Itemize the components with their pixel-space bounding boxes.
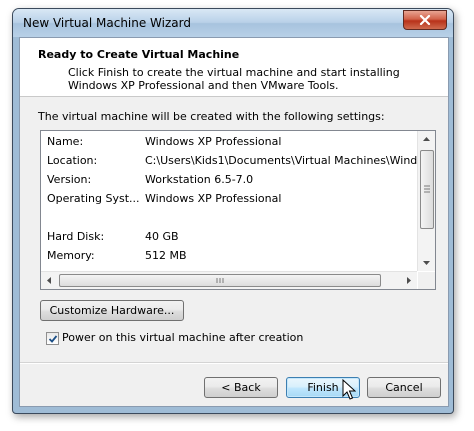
settings-rows: Name: Windows XP Professional Location: … [41,131,417,271]
settings-list[interactable]: Name: Windows XP Professional Location: … [40,130,436,290]
vertical-scroll-thumb[interactable] [420,150,434,229]
row-label: Name: [47,135,84,148]
arrow-left-icon [47,277,51,284]
row-value: Windows XP Professional [145,135,282,148]
arrow-right-icon [407,277,411,284]
cancel-button[interactable]: Cancel [367,377,441,398]
row-value: Windows XP Professional [145,192,282,205]
title-bar[interactable]: New Virtual Machine Wizard [13,9,453,37]
customize-hardware-button[interactable]: Customize Hardware... [40,300,184,321]
row-label: Version: [47,173,92,186]
scroll-right-arrow[interactable] [400,272,417,289]
scrollbar-corner [418,272,435,289]
scroll-left-arrow[interactable] [41,272,58,289]
row-value: 512 MB [145,249,187,262]
row-value: Workstation 6.5-7.0 [145,173,254,186]
header-subtitle: Click Finish to create the virtual machi… [68,66,400,92]
checkmark-icon [48,335,58,343]
row-value: C:\Users\Kids1\Documents\Virtual Machine… [145,154,417,167]
row-label: Memory: [47,249,95,262]
dialog-client-area: Ready to Create Virtual Machine Click Fi… [19,37,449,407]
vertical-scrollbar[interactable] [417,131,435,271]
grip-icon [424,185,430,193]
power-on-label: Power on this virtual machine after crea… [62,331,304,344]
window-title: New Virtual Machine Wizard [23,16,191,30]
settings-intro: The virtual machine will be created with… [38,110,385,123]
arrow-up-icon [423,137,430,141]
grip-icon [216,278,224,283]
row-value: 40 GB [145,230,179,243]
row-label: Hard Disk: [47,230,105,243]
mouse-pointer-icon [342,379,356,400]
wizard-window: New Virtual Machine Wizard Ready to Crea… [12,8,454,414]
horizontal-scroll-thumb[interactable] [59,274,381,287]
back-button[interactable]: < Back [204,377,278,398]
wizard-header: Ready to Create Virtual Machine Click Fi… [20,38,448,97]
row-label: Operating Syst... [47,192,140,205]
close-icon [419,15,431,25]
power-on-checkbox[interactable] [46,332,59,345]
scroll-up-arrow[interactable] [418,131,435,148]
scroll-down-arrow[interactable] [418,254,435,271]
header-title: Ready to Create Virtual Machine [38,48,240,61]
horizontal-scrollbar[interactable] [41,271,417,289]
button-separator [20,362,448,364]
close-button[interactable] [403,10,447,30]
row-label: Location: [47,154,98,167]
arrow-down-icon [423,261,430,265]
